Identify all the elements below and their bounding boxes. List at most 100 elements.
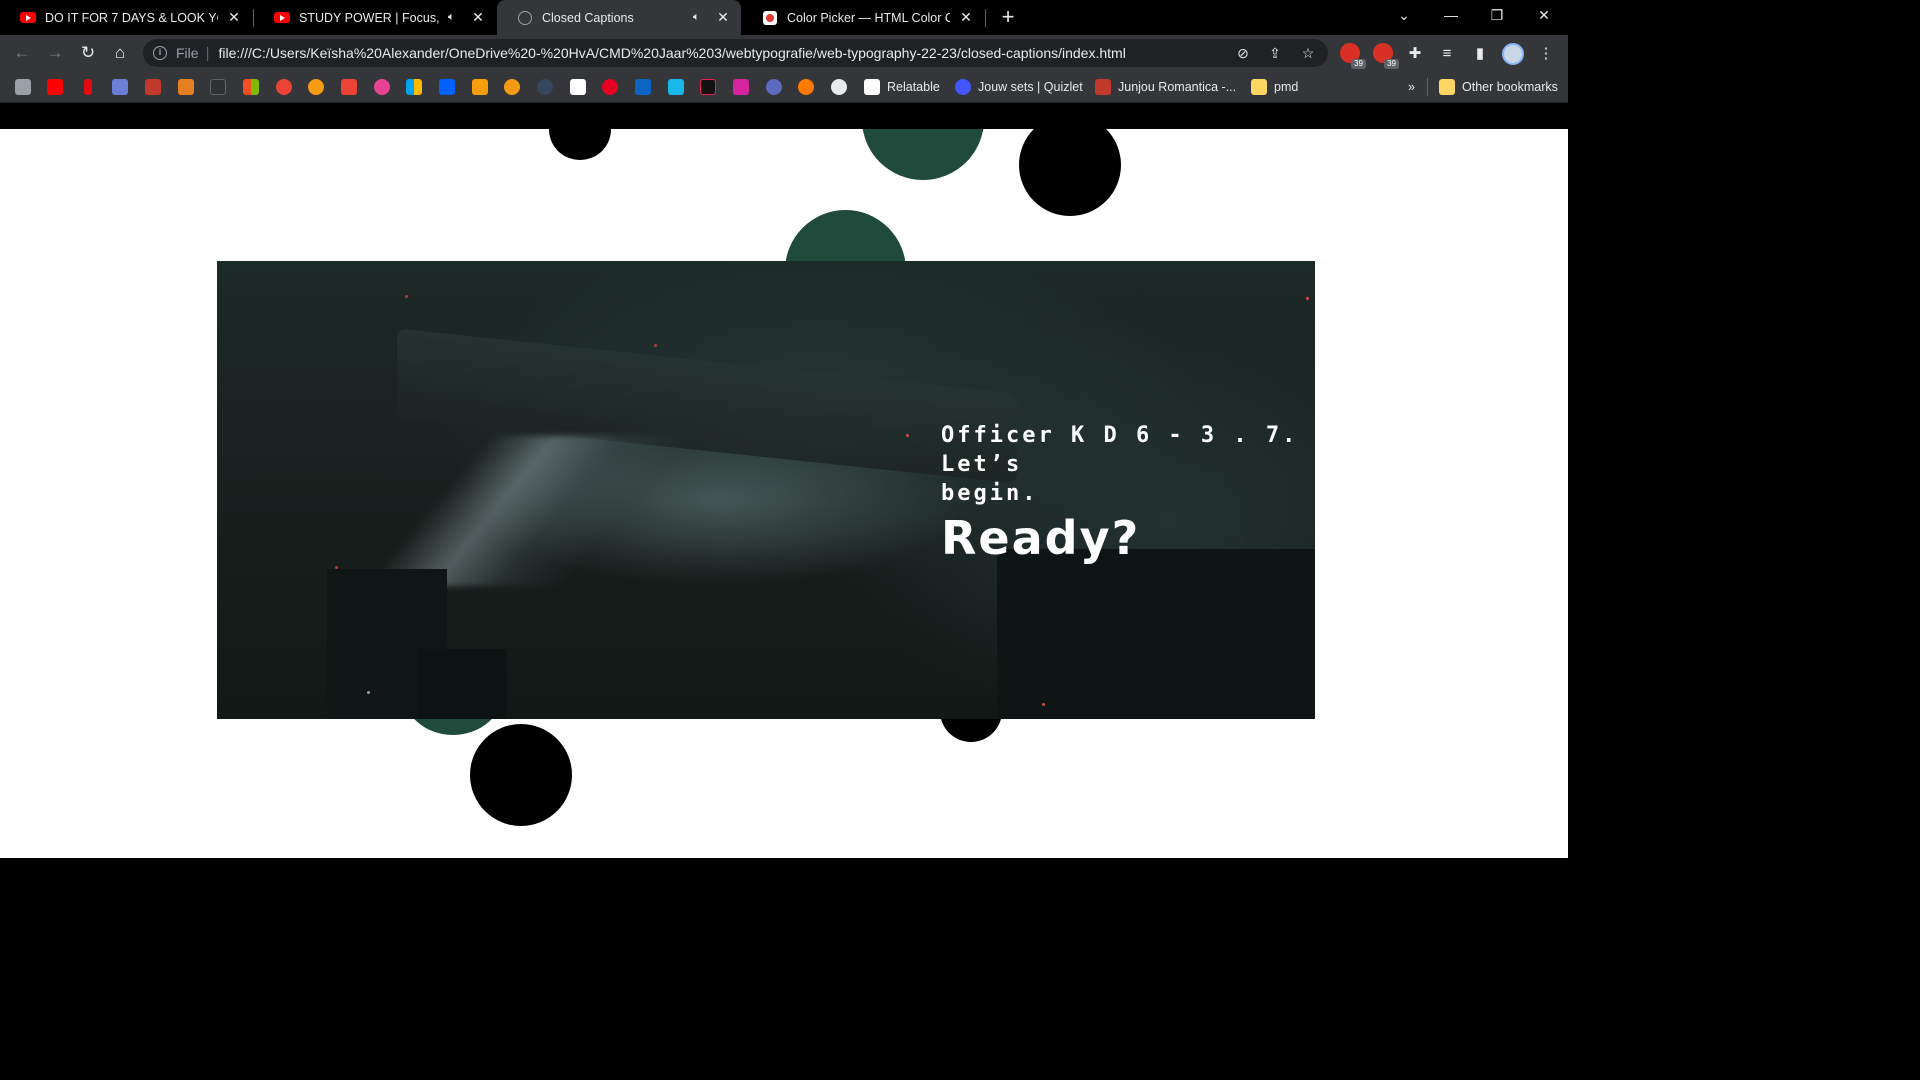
other-bookmarks[interactable]: Other bookmarks xyxy=(1427,78,1558,96)
close-window-button[interactable]: ✕ xyxy=(1521,0,1567,30)
wix-icon xyxy=(864,79,880,95)
bookmarks-bar: Relatable Jouw sets | Quizlet Junjou Rom… xyxy=(0,71,1568,103)
tab-separator xyxy=(985,9,986,27)
linkedin-icon[interactable] xyxy=(635,79,651,95)
tab-search-icon[interactable]: ⌄ xyxy=(1381,0,1427,30)
scene-light xyxy=(405,295,408,298)
anime-icon xyxy=(1095,79,1111,95)
tab-title: STUDY POWER | Focus, Increase xyxy=(299,10,442,25)
extension-red-icon[interactable]: 39 xyxy=(1373,43,1399,69)
tumblr-icon[interactable] xyxy=(537,79,553,95)
scene-light xyxy=(906,434,909,437)
decor-circle-black xyxy=(470,724,572,826)
youtube-icon[interactable] xyxy=(47,79,63,95)
scene-waterfall xyxy=(369,436,685,586)
burst-icon[interactable] xyxy=(178,79,194,95)
youtube-icon xyxy=(274,10,290,26)
tab-title: DO IT FOR 7 DAYS & LOOK YOUR xyxy=(45,10,218,25)
bookmark-quizlet[interactable]: Jouw sets | Quizlet xyxy=(955,78,1083,96)
scene-building xyxy=(997,549,1315,719)
github-icon[interactable] xyxy=(831,79,847,95)
youtube-icon xyxy=(20,10,36,26)
microsoft-icon[interactable] xyxy=(243,79,259,95)
bookmark-label: Jouw sets | Quizlet xyxy=(978,80,1083,94)
media-control-icon[interactable]: ≡ xyxy=(1436,43,1458,65)
speaker-icon[interactable]: 🔈︎ xyxy=(693,11,707,24)
r-icon[interactable] xyxy=(570,79,586,95)
vimeo-icon[interactable] xyxy=(668,79,684,95)
restore-button[interactable]: ❐ xyxy=(1474,0,1520,30)
bookmark-label: Junjou Romantica -... xyxy=(1118,80,1237,94)
quizlet-icon xyxy=(955,79,971,95)
video-frame[interactable]: Officer K D 6 - 3 . 7. Let’s begin. Read… xyxy=(217,261,1315,719)
netflix-icon[interactable] xyxy=(84,79,92,95)
google-icon[interactable] xyxy=(276,79,292,95)
globe-icon xyxy=(517,10,533,26)
folder-icon xyxy=(1439,79,1455,95)
bookmark-relatable[interactable]: Relatable xyxy=(864,78,940,96)
menu-kebab-icon[interactable]: ⋮ xyxy=(1535,43,1557,65)
scene-light xyxy=(1306,297,1309,300)
bookmark-label: pmd xyxy=(1274,80,1299,94)
share-icon[interactable]: ⇪ xyxy=(1266,44,1284,62)
anime-icon[interactable] xyxy=(145,79,161,95)
scene-building xyxy=(417,649,507,719)
info-icon[interactable]: i xyxy=(153,46,167,60)
url-scheme: File xyxy=(176,45,199,61)
divider: | xyxy=(205,44,210,62)
close-tab-icon[interactable]: ✕ xyxy=(470,9,486,26)
tab-closed-captions[interactable]: Closed Captions 🔈︎ ✕ xyxy=(497,0,741,35)
tiktok-icon[interactable] xyxy=(700,79,716,95)
wifi-icon[interactable] xyxy=(210,79,226,95)
forward-button[interactable]: → xyxy=(41,39,69,67)
extensions-puzzle-icon[interactable]: ✚ xyxy=(1404,43,1426,65)
home-button[interactable]: ⌂ xyxy=(106,39,134,67)
pinterest-icon[interactable] xyxy=(602,79,618,95)
school-icon[interactable] xyxy=(112,79,128,95)
reload-button[interactable]: ↻ xyxy=(74,39,102,67)
wattpad-icon[interactable] xyxy=(472,79,488,95)
gmail-icon[interactable] xyxy=(341,79,357,95)
flower-icon[interactable] xyxy=(374,79,390,95)
speaker-icon[interactable]: 🔈︎ xyxy=(448,11,462,24)
closed-caption: Officer K D 6 - 3 . 7. Let’s begin. Read… xyxy=(941,421,1298,567)
tab-strip: DO IT FOR 7 DAYS & LOOK YOUR ✕ STUDY POW… xyxy=(0,0,1568,35)
decor-circle-green xyxy=(862,129,984,180)
microsoft-icon[interactable] xyxy=(406,79,422,95)
bookmark-star-icon[interactable]: ☆ xyxy=(1299,44,1317,62)
bookmarks-overflow-button[interactable]: » xyxy=(1408,78,1415,96)
counter-icon[interactable] xyxy=(766,79,782,95)
scene-light xyxy=(654,344,657,347)
tab-title: Color Picker — HTML Color Codes xyxy=(787,10,950,25)
close-tab-icon[interactable]: ✕ xyxy=(958,9,974,26)
eye-off-icon[interactable]: ⊘ xyxy=(1234,44,1252,62)
tab-youtube-1[interactable]: DO IT FOR 7 DAYS & LOOK YOUR ✕ xyxy=(0,0,252,35)
bookmark-junjou[interactable]: Junjou Romantica -... xyxy=(1095,78,1236,96)
tab-youtube-2[interactable]: STUDY POWER | Focus, Increase 🔈︎ ✕ xyxy=(254,0,496,35)
dropbox-icon[interactable] xyxy=(439,79,455,95)
crunchyroll-icon[interactable] xyxy=(798,79,814,95)
instagram-icon[interactable] xyxy=(733,79,749,95)
tab-color-picker[interactable]: Color Picker — HTML Color Codes ✕ xyxy=(742,0,984,35)
bitcoin-icon[interactable] xyxy=(308,79,324,95)
adblock-extension-icon[interactable]: 39 xyxy=(1340,43,1366,69)
tab-title: Closed Captions xyxy=(542,10,634,25)
side-panel-icon[interactable]: ▮ xyxy=(1469,43,1491,65)
close-tab-icon[interactable]: ✕ xyxy=(715,9,731,26)
address-bar[interactable]: i File | file:///C:/Users/Keïsha%20Alexa… xyxy=(143,39,1328,67)
page-canvas: Officer K D 6 - 3 . 7. Let’s begin. Read… xyxy=(0,129,1568,858)
decor-circle-black xyxy=(549,129,611,160)
bitcoin-icon[interactable] xyxy=(504,79,520,95)
bookmark-pmd[interactable]: pmd xyxy=(1251,78,1298,96)
bookmark-label: Other bookmarks xyxy=(1462,80,1558,94)
caption-line: begin. xyxy=(941,481,1039,506)
back-button[interactable]: ← xyxy=(8,39,36,67)
caption-ready: Ready? xyxy=(941,511,1141,565)
profile-avatar[interactable] xyxy=(1502,43,1524,65)
minimize-button[interactable]: — xyxy=(1428,0,1474,30)
close-tab-icon[interactable]: ✕ xyxy=(226,9,242,26)
new-tab-button[interactable]: + xyxy=(997,5,1019,29)
layers-icon[interactable] xyxy=(15,79,31,95)
url-text[interactable]: file:///C:/Users/Keïsha%20Alexander/OneD… xyxy=(218,45,1125,61)
bookmark-label: Relatable xyxy=(887,80,940,94)
